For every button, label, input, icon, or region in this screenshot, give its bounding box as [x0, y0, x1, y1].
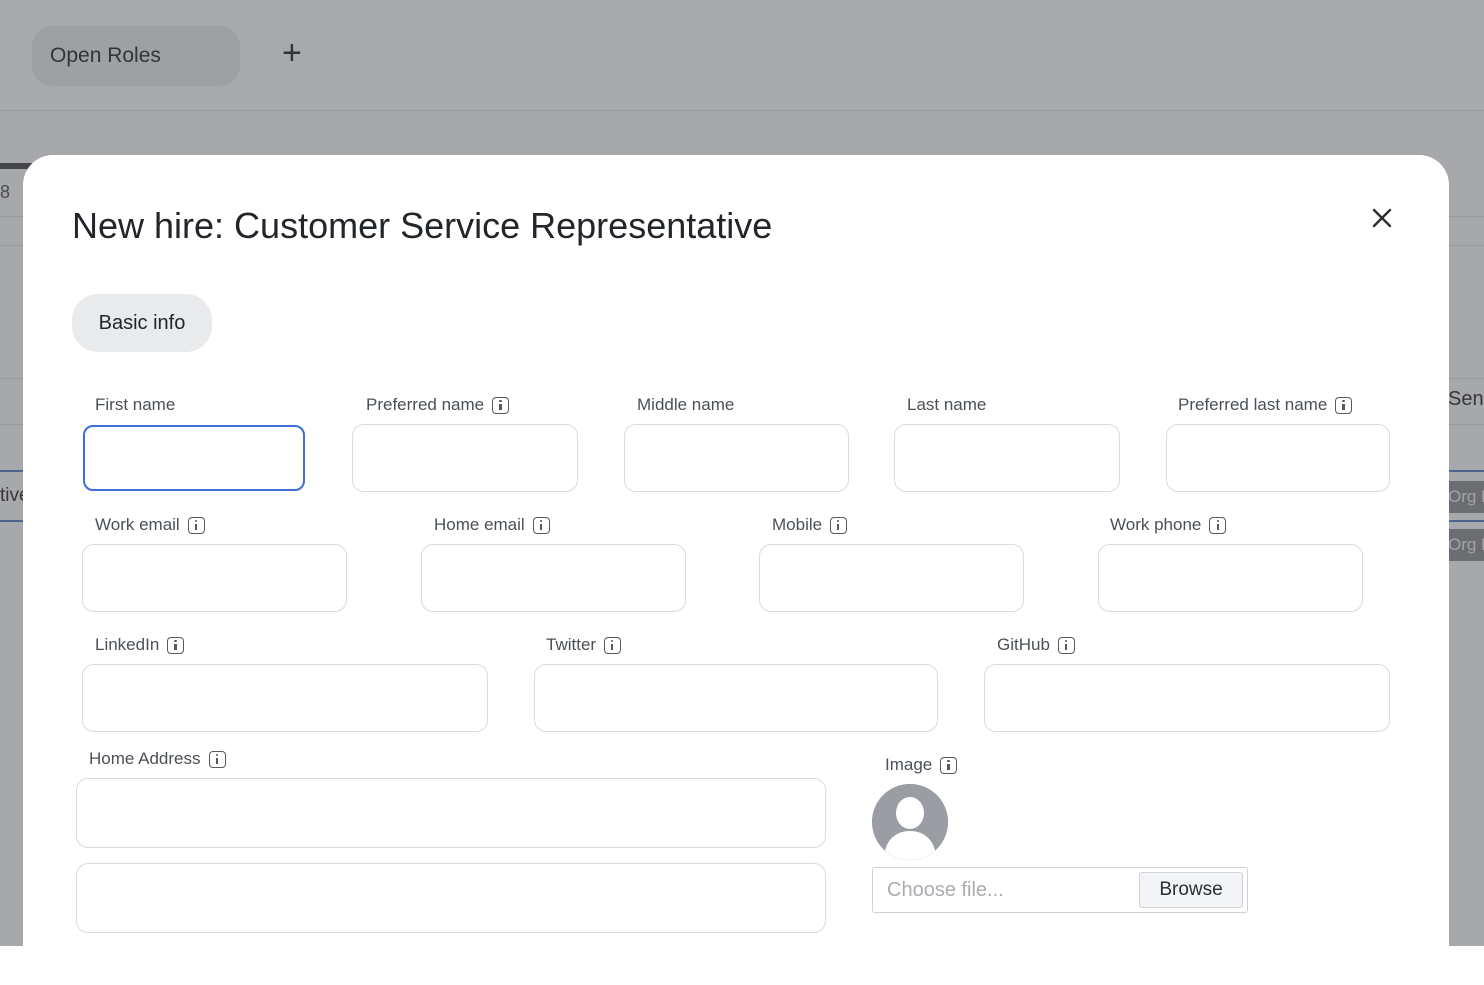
modal-title: New hire: Customer Service Representativ… — [72, 205, 773, 246]
preferred-name-label: Preferred name — [366, 394, 510, 416]
linkedin-input[interactable] — [82, 664, 488, 732]
home-address-line2-input[interactable] — [76, 863, 826, 933]
github-label-text: GitHub — [997, 635, 1050, 654]
github-input[interactable] — [984, 664, 1390, 732]
preferred-last-name-input[interactable] — [1166, 424, 1390, 492]
first-name-label: First name — [95, 394, 175, 416]
first-name-input[interactable] — [83, 425, 305, 491]
last-name-input[interactable] — [894, 424, 1120, 492]
last-name-label: Last name — [907, 394, 986, 416]
close-icon — [1372, 208, 1392, 228]
info-icon[interactable] — [940, 756, 958, 774]
work-email-input[interactable] — [82, 544, 347, 612]
github-label: GitHub — [997, 634, 1075, 656]
mobile-input[interactable] — [759, 544, 1024, 612]
new-hire-modal: New hire: Customer Service Representativ… — [23, 155, 1449, 985]
preferred-last-name-label-text: Preferred last name — [1178, 395, 1328, 414]
home-address-label-text: Home Address — [89, 749, 201, 768]
info-icon[interactable] — [1209, 516, 1227, 534]
mobile-label: Mobile — [772, 514, 848, 536]
twitter-label: Twitter — [546, 634, 622, 656]
file-placeholder: Choose file... — [887, 879, 1004, 901]
user-silhouette-icon — [872, 784, 948, 860]
work-email-label: Work email — [95, 514, 205, 536]
info-icon[interactable] — [167, 636, 185, 654]
close-button[interactable] — [1367, 203, 1397, 233]
first-name-label-text: First name — [95, 395, 176, 414]
home-email-input[interactable] — [421, 544, 686, 612]
preferred-last-name-label: Preferred last name — [1178, 394, 1353, 416]
info-icon[interactable] — [1335, 396, 1353, 414]
work-phone-label-text: Work phone — [1110, 515, 1202, 534]
info-icon[interactable] — [830, 516, 848, 534]
home-address-line1-input[interactable] — [76, 778, 826, 848]
middle-name-input[interactable] — [624, 424, 849, 492]
last-name-label-text: Last name — [907, 395, 987, 414]
info-icon[interactable] — [492, 396, 510, 414]
home-email-label: Home email — [434, 514, 550, 536]
linkedin-label: LinkedIn — [95, 634, 185, 656]
twitter-input[interactable] — [534, 664, 938, 732]
image-label-text: Image — [885, 755, 933, 774]
middle-name-label: Middle name — [637, 394, 734, 416]
work-email-label-text: Work email — [95, 515, 180, 534]
middle-name-label-text: Middle name — [637, 395, 735, 414]
work-phone-input[interactable] — [1098, 544, 1363, 612]
info-icon[interactable] — [1057, 636, 1075, 654]
info-icon[interactable] — [187, 516, 205, 534]
info-icon[interactable] — [208, 750, 226, 768]
image-file-picker[interactable]: Choose file... Browse — [872, 867, 1248, 913]
info-icon[interactable] — [532, 516, 550, 534]
tab-basic-info[interactable]: Basic info — [72, 294, 212, 352]
image-label: Image — [885, 754, 958, 776]
home-address-label: Home Address — [89, 748, 226, 770]
preferred-name-label-text: Preferred name — [366, 395, 485, 414]
mobile-label-text: Mobile — [772, 515, 823, 534]
info-icon[interactable] — [604, 636, 622, 654]
linkedin-label-text: LinkedIn — [95, 635, 160, 654]
twitter-label-text: Twitter — [546, 635, 597, 654]
avatar-placeholder — [872, 784, 948, 860]
home-email-label-text: Home email — [434, 515, 525, 534]
browse-button[interactable]: Browse — [1139, 872, 1243, 908]
work-phone-label: Work phone — [1110, 514, 1227, 536]
preferred-name-input[interactable] — [352, 424, 578, 492]
